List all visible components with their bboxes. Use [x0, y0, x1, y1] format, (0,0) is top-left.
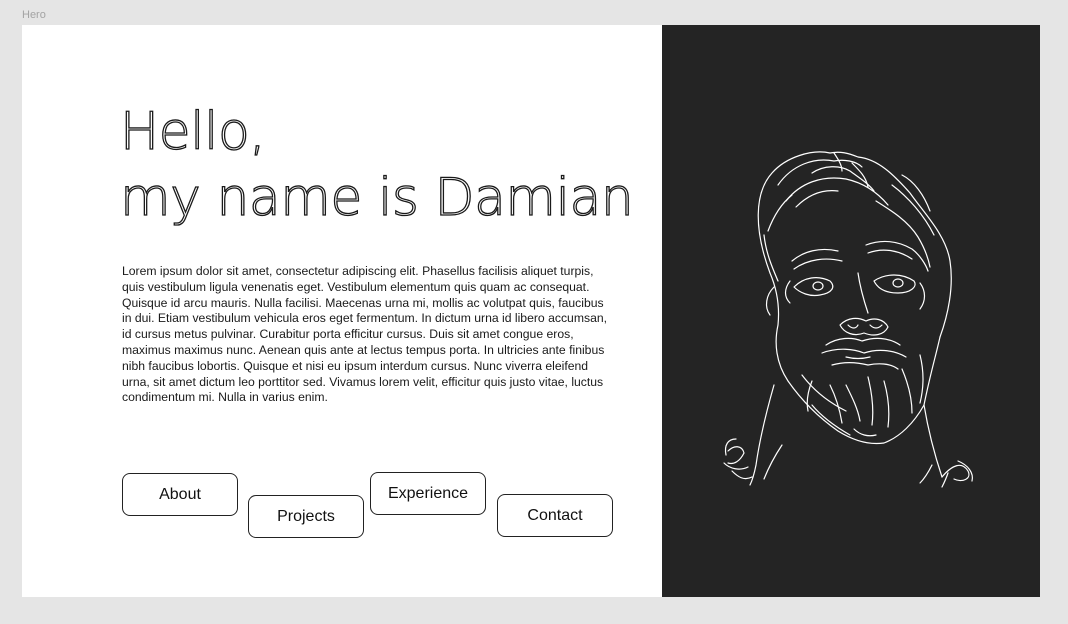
hero-frame: Hello, my name is Damian Lorem ipsum dol…	[22, 25, 1040, 597]
hero-content: Hello, my name is Damian Lorem ipsum dol…	[22, 25, 662, 597]
hero-headline: Hello, my name is Damian	[119, 99, 634, 231]
projects-button[interactable]: Projects	[248, 495, 364, 538]
experience-button[interactable]: Experience	[370, 472, 486, 515]
portrait-panel	[662, 25, 1040, 597]
headline-line-2: my name is Damian	[119, 167, 634, 228]
frame-label: Hero	[22, 9, 46, 21]
hero-bio: Lorem ipsum dolor sit amet, consectetur …	[122, 264, 608, 405]
about-button[interactable]: About	[122, 473, 238, 516]
portrait-line-art-icon	[723, 151, 973, 488]
contact-button[interactable]: Contact	[497, 494, 613, 537]
headline-line-1: Hello,	[119, 101, 266, 162]
